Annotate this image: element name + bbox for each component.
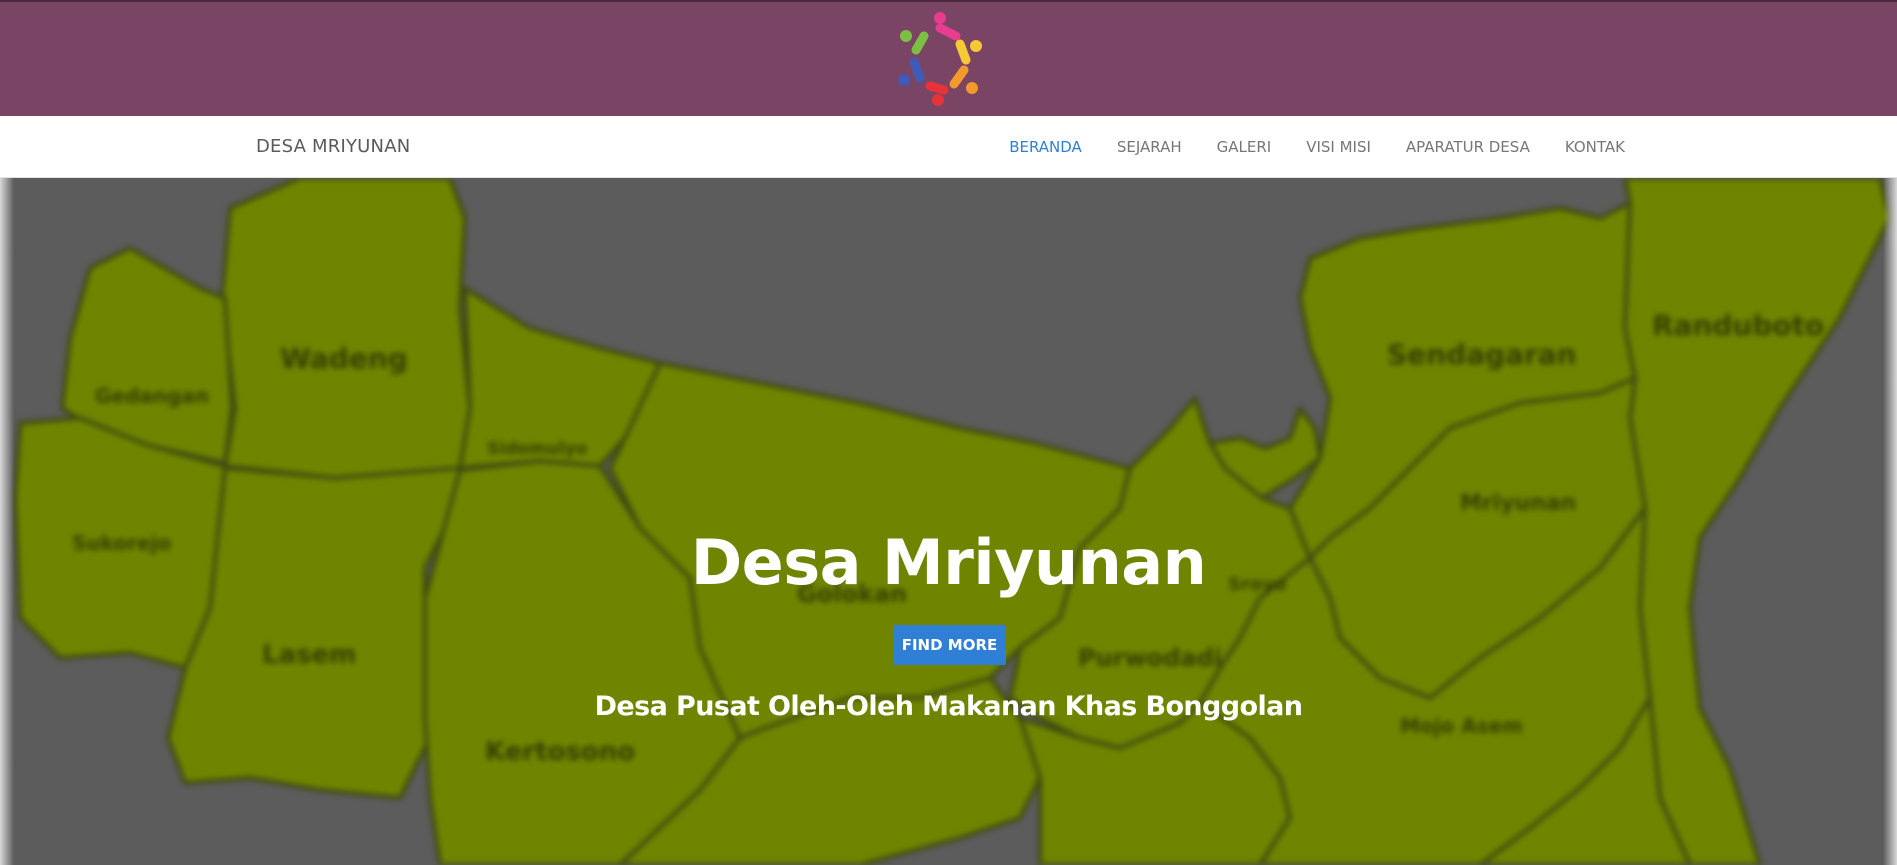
map-label-wadeng: Wadeng [280, 342, 408, 375]
map-label-sendagaran: Sendagaran [1387, 338, 1577, 371]
map-label-lasem: Lasem [262, 640, 356, 670]
colorful-people-circle-logo[interactable] [894, 10, 986, 108]
map-label-sidomulyo: Sidomulyo [487, 439, 587, 459]
hero-left-edge [0, 178, 14, 865]
nav-link-visi-misi[interactable]: VISI MISI [1306, 138, 1371, 156]
village-map-background: Wadeng Gedangan Sidomulyo Sukorejo Lasem… [13, 178, 1892, 865]
find-more-button[interactable]: FIND MORE [893, 625, 1006, 665]
map-label-gedangan: Gedangan [95, 384, 209, 408]
hero-right-edge [1883, 178, 1897, 865]
map-label-randuboto: Randuboto [1652, 309, 1824, 342]
brand-name[interactable]: DESA MRIYUNAN [256, 136, 410, 157]
nav-link-galeri[interactable]: GALERI [1217, 138, 1272, 156]
nav-link-sejarah[interactable]: SEJARAH [1117, 138, 1182, 156]
map-label-purwodadi: Purwodadi [1078, 644, 1222, 672]
nav-links: BERANDA SEJARAH GALERI VISI MISI APARATU… [1009, 138, 1625, 156]
top-banner [0, 0, 1897, 116]
nav-link-kontak[interactable]: KONTAK [1565, 138, 1625, 156]
hero-subtitle: Desa Pusat Oleh-Oleh Makanan Khas Bonggo… [594, 691, 1303, 722]
hero-section: Wadeng Gedangan Sidomulyo Sukorejo Lasem… [0, 178, 1897, 865]
nav-link-aparatur-desa[interactable]: APARATUR DESA [1406, 138, 1530, 156]
main-navbar: DESA MRIYUNAN BERANDA SEJARAH GALERI VIS… [0, 116, 1897, 178]
map-label-mriyunan: Mriyunan [1460, 491, 1576, 516]
map-label-kertosono: Kertosono [485, 737, 635, 767]
nav-link-beranda[interactable]: BERANDA [1009, 138, 1082, 156]
hero-title: Desa Mriyunan [690, 526, 1207, 599]
